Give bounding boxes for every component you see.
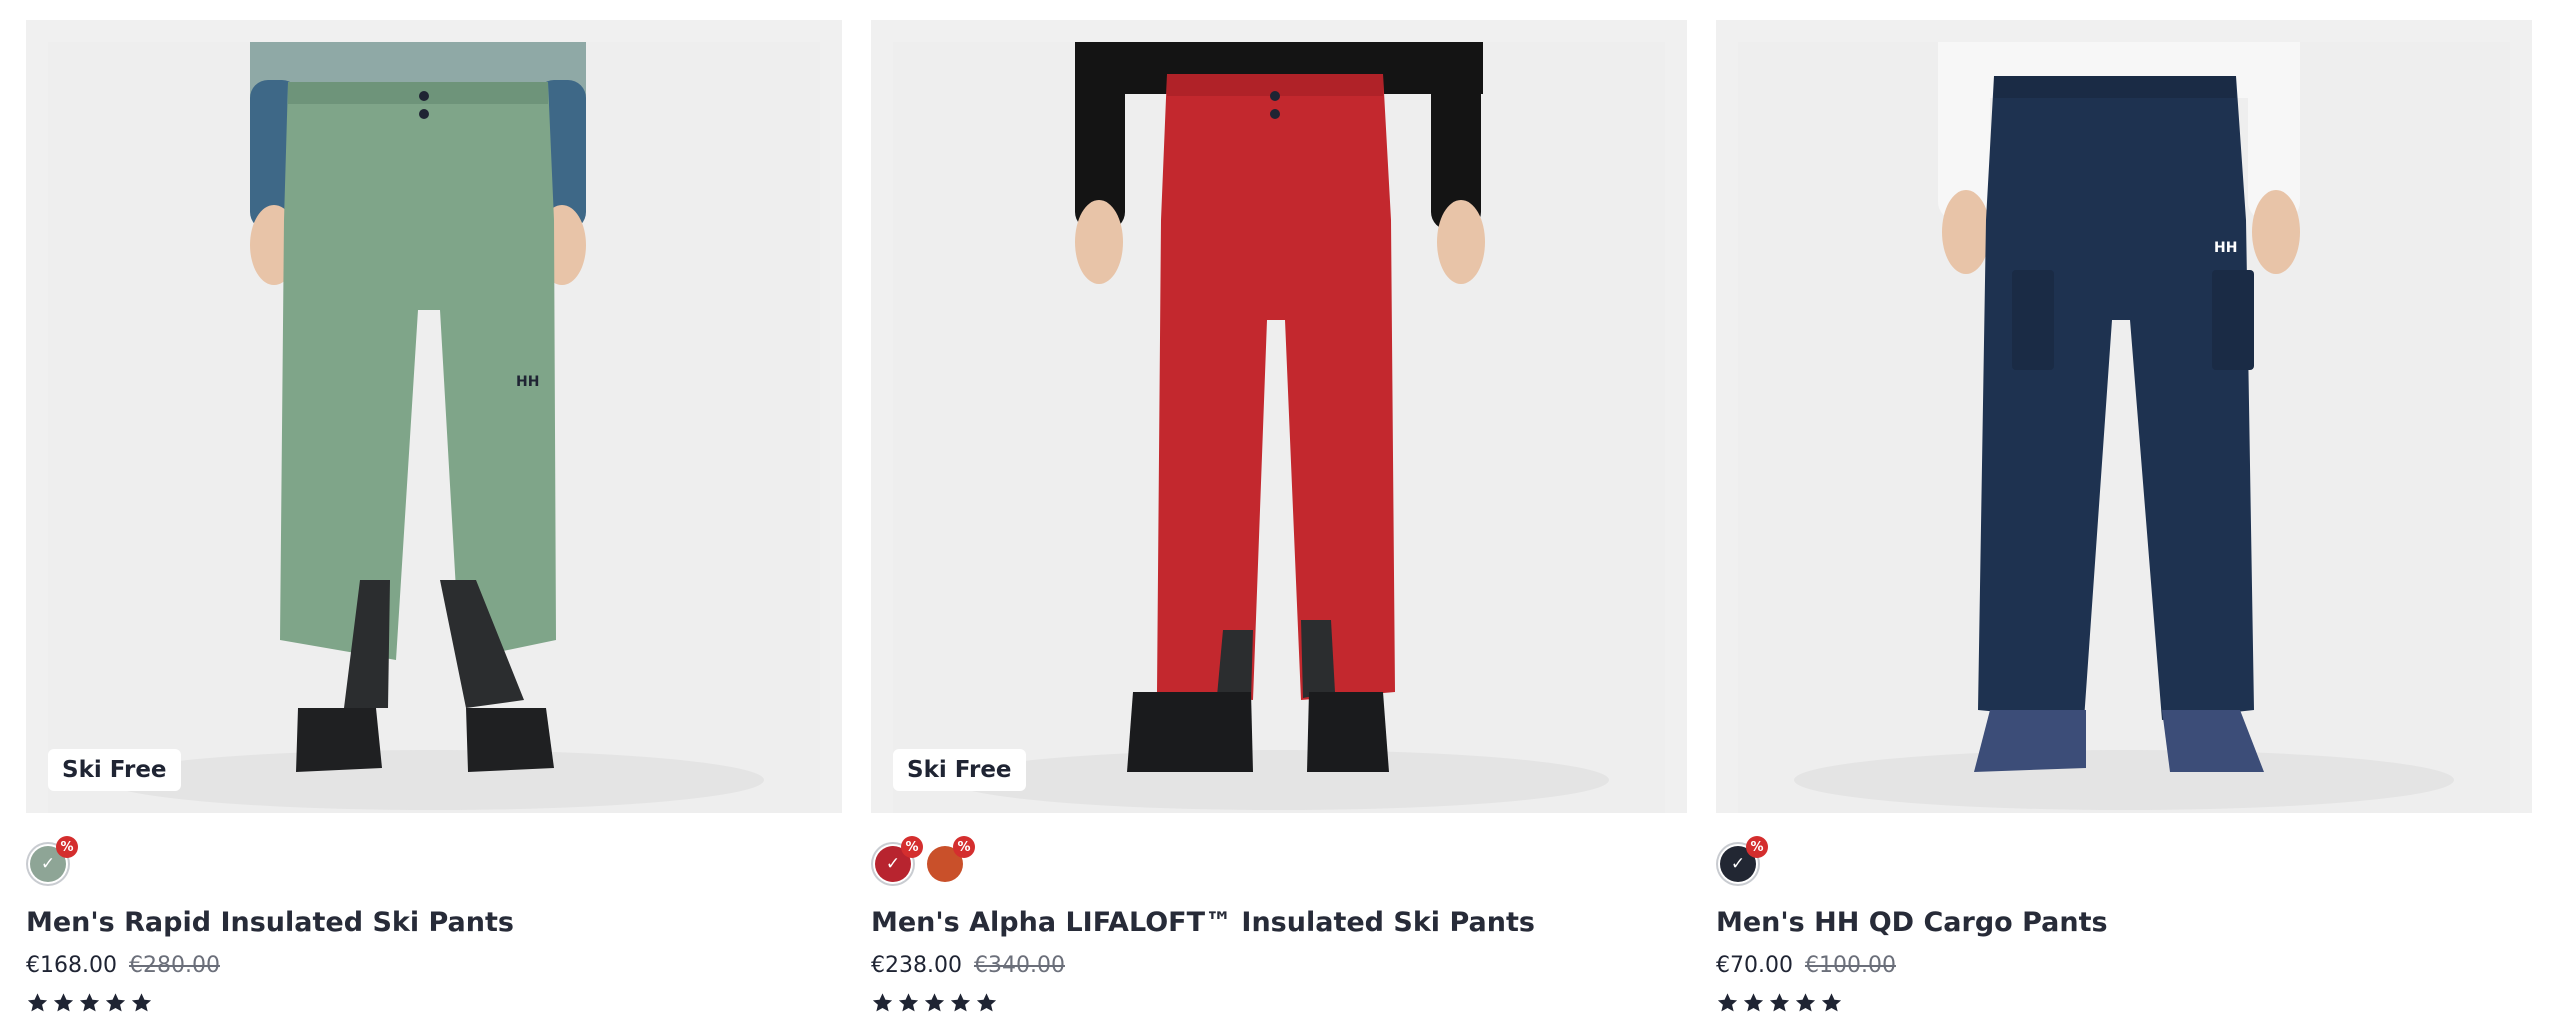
- star-icon: [1717, 993, 1738, 1012]
- star-icon: [950, 993, 971, 1012]
- ski-free-badge: Ski Free: [893, 749, 1026, 791]
- price-row: €238.00 €340.00: [871, 952, 1687, 980]
- sale-price: €168.00: [26, 953, 117, 978]
- green-ski-pants-image: HH: [48, 42, 820, 813]
- star-icon: [976, 993, 997, 1012]
- star-icon: [131, 993, 152, 1012]
- color-swatches: ✓ %: [26, 836, 842, 886]
- ski-free-badge: Ski Free: [48, 749, 181, 791]
- sale-price: €70.00: [1716, 953, 1793, 978]
- sale-percent-badge: %: [953, 836, 975, 858]
- sale-percent-badge: %: [901, 836, 923, 858]
- red-ski-pants-image: [893, 42, 1665, 813]
- original-price: €100.00: [1804, 953, 1896, 978]
- product-title[interactable]: Men's HH QD Cargo Pants: [1716, 906, 2532, 940]
- star-icon: [27, 993, 48, 1012]
- star-icon: [105, 993, 126, 1012]
- svg-text:HH: HH: [516, 374, 539, 390]
- color-swatch[interactable]: %: [927, 836, 975, 882]
- color-swatch[interactable]: ✓ %: [30, 836, 78, 882]
- product-image[interactable]: Ski Free: [871, 20, 1687, 813]
- product-card[interactable]: HH ✓ % Men's HH QD Cargo Pants €70.00 €1…: [1716, 20, 2532, 1014]
- price-row: €168.00 €280.00: [26, 952, 842, 980]
- star-rating: [1716, 992, 2532, 1014]
- color-swatches: ✓ %: [1716, 836, 2532, 886]
- original-price: €340.00: [973, 953, 1065, 978]
- product-title[interactable]: Men's Rapid Insulated Ski Pants: [26, 906, 842, 940]
- star-icon: [1743, 993, 1764, 1012]
- star-icon: [1821, 993, 1842, 1012]
- product-title[interactable]: Men's Alpha LIFALOFT™ Insulated Ski Pant…: [871, 906, 1687, 940]
- sale-price: €238.00: [871, 953, 962, 978]
- star-rating: [871, 992, 1687, 1014]
- star-icon: [1769, 993, 1790, 1012]
- product-grid: HH Ski Free ✓ % Men's Rapid Insulated Sk…: [26, 20, 2532, 1014]
- sale-percent-badge: %: [56, 836, 78, 858]
- star-icon: [1795, 993, 1816, 1012]
- price-row: €70.00 €100.00: [1716, 952, 2532, 980]
- product-card[interactable]: HH Ski Free ✓ % Men's Rapid Insulated Sk…: [26, 20, 842, 1014]
- color-swatch[interactable]: ✓ %: [1720, 836, 1768, 882]
- sale-percent-badge: %: [1746, 836, 1768, 858]
- star-icon: [898, 993, 919, 1012]
- color-swatches: ✓ % %: [871, 836, 1687, 886]
- product-image[interactable]: HH: [1716, 20, 2532, 813]
- star-icon: [924, 993, 945, 1012]
- navy-cargo-pants-image: HH: [1738, 42, 2510, 813]
- star-icon: [53, 993, 74, 1012]
- svg-text:HH: HH: [2214, 240, 2237, 256]
- original-price: €280.00: [128, 953, 220, 978]
- star-rating: [26, 992, 842, 1014]
- star-icon: [79, 993, 100, 1012]
- product-card[interactable]: Ski Free ✓ % % Men's Alpha LIFALOFT™ Ins…: [871, 20, 1687, 1014]
- product-image[interactable]: HH Ski Free: [26, 20, 842, 813]
- color-swatch[interactable]: ✓ %: [875, 836, 923, 882]
- star-icon: [872, 993, 893, 1012]
